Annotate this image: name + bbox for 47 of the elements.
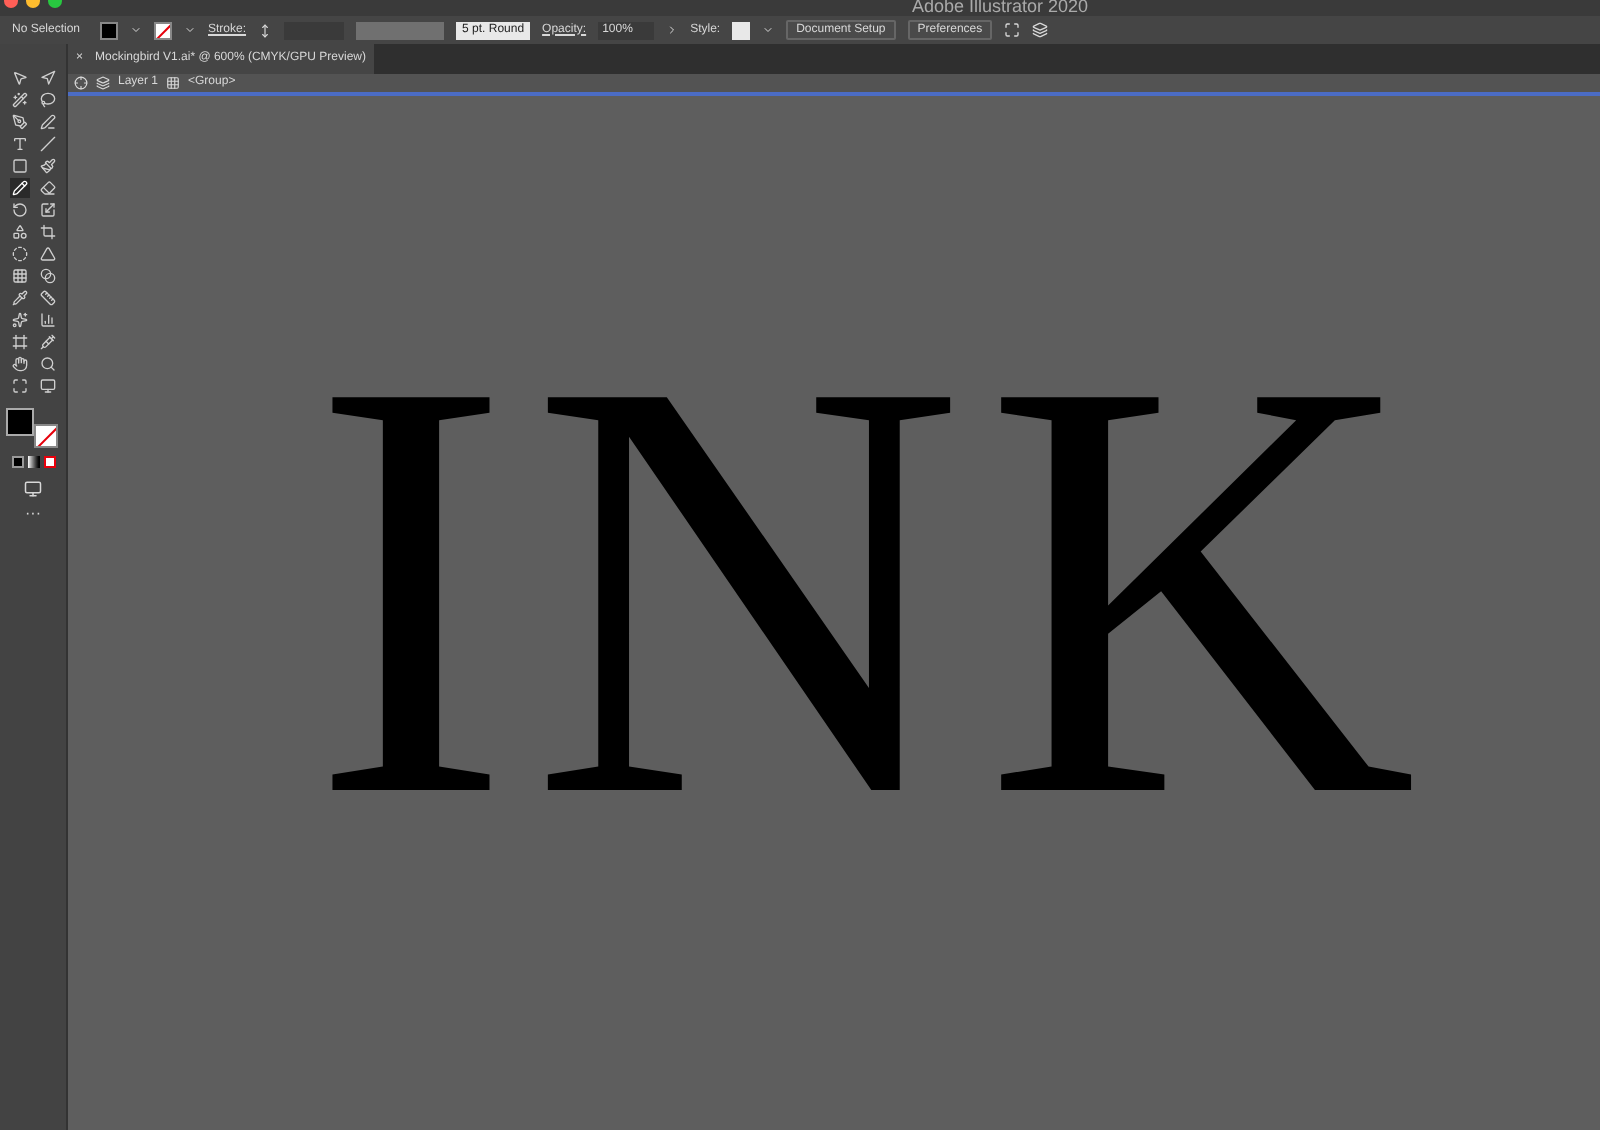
screen-mode-icon[interactable]	[24, 480, 42, 498]
color-swatch[interactable]	[11, 456, 23, 468]
rectangle-icon[interactable]	[9, 156, 29, 176]
dashed-circle-icon[interactable]	[9, 244, 29, 264]
sparkle-icon[interactable]	[9, 310, 29, 330]
dropdown-icon[interactable]	[130, 24, 142, 36]
wand-icon[interactable]	[9, 90, 29, 110]
dropdown-icon[interactable]	[762, 24, 775, 36]
artwork-text: INK	[310, 288, 1438, 888]
eyedropper-icon[interactable]	[9, 288, 29, 308]
gradient-swatch[interactable]	[27, 456, 39, 468]
line-icon[interactable]	[37, 134, 57, 154]
expand-icon[interactable]	[9, 376, 29, 396]
stepper-icon[interactable]	[258, 23, 273, 37]
pencil-icon[interactable]	[9, 178, 29, 198]
scale-icon[interactable]	[37, 200, 57, 220]
rotate-icon[interactable]	[9, 200, 29, 220]
arrow-pointer-icon[interactable]	[9, 68, 29, 88]
crop-icon[interactable]	[37, 222, 57, 242]
stroke-swatch[interactable]	[154, 21, 172, 39]
triangle-icon[interactable]	[37, 244, 57, 264]
blend-icon[interactable]	[37, 266, 57, 286]
bar-chart-icon[interactable]	[37, 310, 57, 330]
chevron-right-icon[interactable]	[666, 24, 679, 36]
type-icon[interactable]	[9, 134, 29, 154]
pen-icon[interactable]	[9, 112, 29, 132]
eraser-icon[interactable]	[37, 178, 57, 198]
syringe-icon[interactable]	[37, 332, 57, 352]
fill-color-swatch[interactable]	[5, 408, 33, 436]
zoom-icon[interactable]	[37, 354, 57, 374]
dropdown-icon[interactable]	[184, 24, 196, 36]
ruler-icon[interactable]	[37, 288, 57, 308]
brush-icon[interactable]	[37, 156, 57, 176]
shapes-icon[interactable]	[9, 222, 29, 242]
pen-line-icon[interactable]	[37, 112, 57, 132]
layers-icon[interactable]	[96, 76, 110, 90]
fill-swatch[interactable]	[100, 21, 118, 39]
lasso-icon[interactable]	[37, 90, 57, 110]
hand-icon[interactable]	[9, 354, 29, 374]
stroke-color-swatch[interactable]	[33, 424, 57, 448]
more-tools-button[interactable]: ···	[25, 502, 41, 526]
style-swatch[interactable]	[732, 21, 751, 39]
grid-icon[interactable]	[9, 266, 29, 286]
variable-width-field[interactable]	[356, 21, 445, 39]
none-swatch[interactable]	[43, 456, 55, 468]
screen-icon[interactable]	[37, 376, 57, 396]
solid-arrow-icon[interactable]	[37, 68, 57, 88]
